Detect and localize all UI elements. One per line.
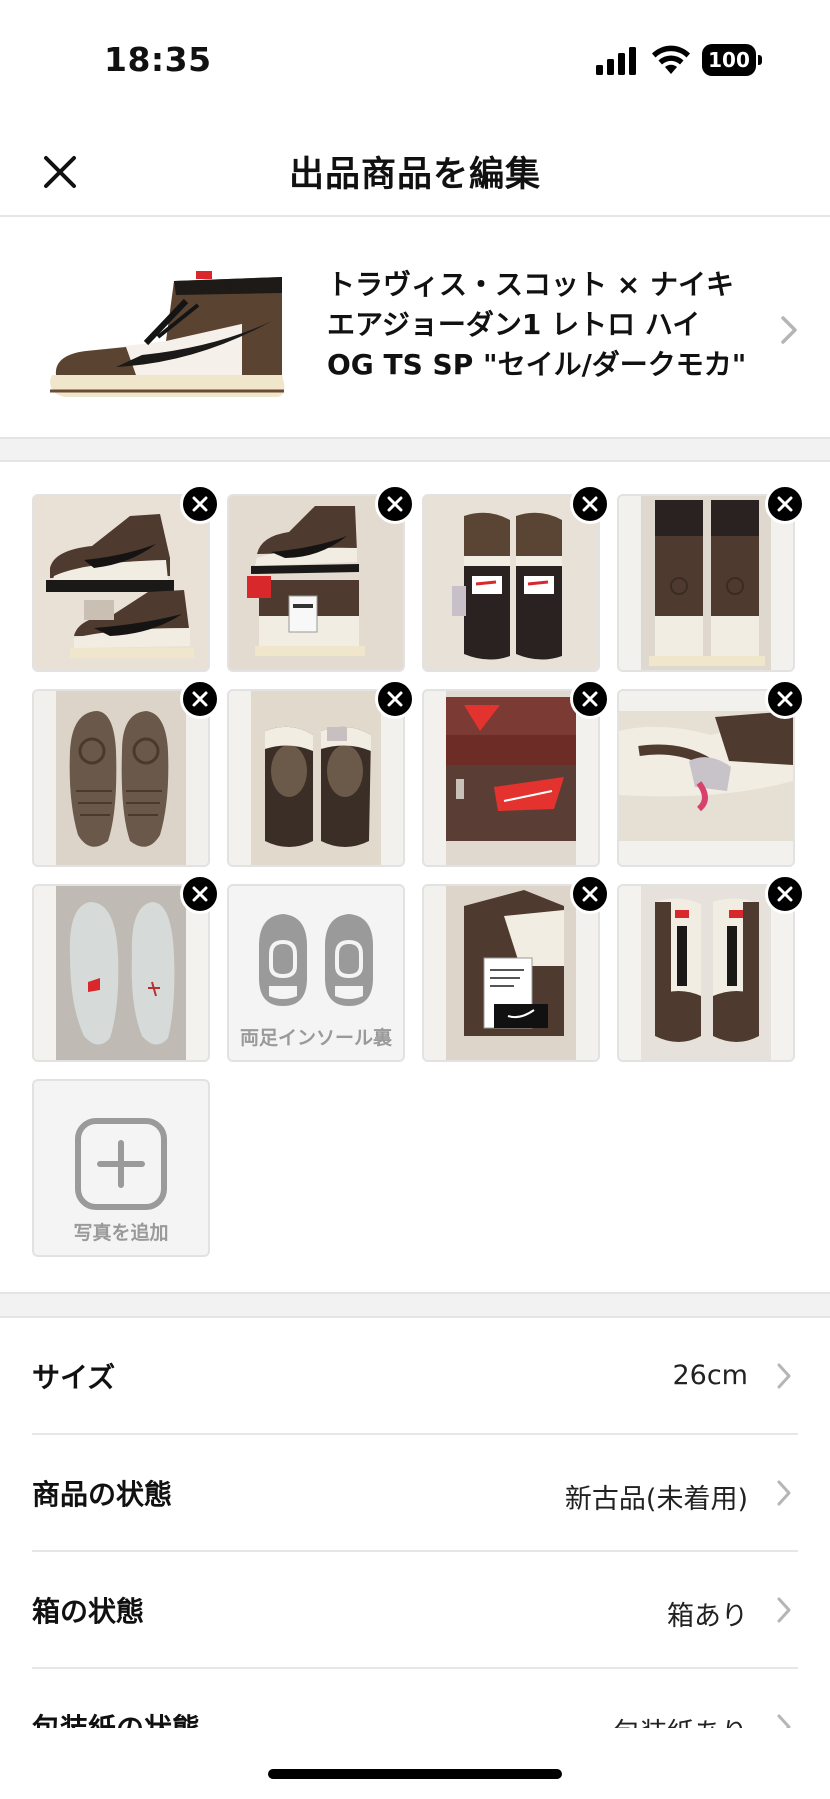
box-condition-row[interactable]: 箱の状態 箱あり [32, 1552, 798, 1669]
chevron-right-icon [777, 1597, 791, 1623]
close-icon [387, 496, 403, 512]
photo-tile[interactable] [617, 679, 805, 867]
sneaker-photo [619, 886, 793, 1060]
close-icon [777, 496, 793, 512]
product-row[interactable]: トラヴィス・スコット × ナイキ エアジョーダン1 レトロ ハイ OG TS S… [0, 219, 830, 437]
insole-placeholder-tile[interactable]: 両足インソール裏 [227, 884, 405, 1062]
remove-photo-button[interactable] [375, 484, 415, 524]
photo-tile[interactable] [227, 679, 415, 867]
close-icon [582, 496, 598, 512]
attr-label: 商品の状態 [32, 1478, 173, 1511]
remove-photo-button[interactable] [180, 484, 220, 524]
remove-photo-button[interactable] [570, 484, 610, 524]
sneaker-photo [229, 691, 403, 865]
remove-photo-button[interactable] [570, 874, 610, 914]
header: 出品商品を編集 [0, 120, 830, 217]
close-icon [777, 886, 793, 902]
signal-icon [596, 47, 636, 75]
sneaker-photo [424, 886, 598, 1060]
home-indicator [268, 1769, 562, 1779]
photo-tile[interactable] [422, 874, 610, 1062]
chevron-right-icon [777, 1363, 791, 1389]
close-icon [192, 886, 208, 902]
attr-label: サイズ [32, 1361, 116, 1394]
photo-grid: 両足インソール裏 写真を追加 [0, 462, 830, 1292]
attr-value: 箱あり [667, 1601, 748, 1632]
product-image [50, 271, 285, 397]
photo-tile[interactable] [227, 484, 415, 672]
attr-label: 箱の状態 [32, 1595, 145, 1628]
remove-photo-button[interactable] [765, 679, 805, 719]
section-divider [0, 437, 830, 462]
status-bar: 18:35 100 [0, 0, 830, 120]
chevron-right-icon [777, 1480, 791, 1506]
attr-value: 新古品(未着用) [564, 1484, 748, 1515]
add-photo-button[interactable]: 写真を追加 [32, 1079, 210, 1257]
shoebox-photo [424, 691, 598, 865]
wifi-icon [652, 45, 690, 74]
section-divider [0, 1292, 830, 1318]
product-name: トラヴィス・スコット × ナイキ エアジョーダン1 レトロ ハイ OG TS S… [327, 268, 747, 381]
photo-tile[interactable] [32, 679, 220, 867]
remove-photo-button[interactable] [765, 484, 805, 524]
remove-photo-button[interactable] [375, 679, 415, 719]
battery-level: 100 [708, 48, 750, 72]
placeholder-label: 両足インソール裏 [239, 1027, 392, 1049]
add-icon [75, 1118, 167, 1210]
close-icon [582, 691, 598, 707]
photo-tile[interactable] [32, 484, 220, 672]
insole-photo [34, 886, 208, 1060]
add-photo-label: 写真を追加 [73, 1222, 169, 1244]
photo-tile[interactable] [32, 874, 220, 1062]
sneaker-photo [619, 691, 793, 865]
remove-photo-button[interactable] [570, 679, 610, 719]
size-row[interactable]: サイズ 26cm [32, 1318, 798, 1435]
sneaker-photo [34, 496, 208, 670]
chevron-right-icon [781, 316, 797, 344]
page-title: 出品商品を編集 [288, 155, 541, 195]
sneaker-photo [34, 691, 208, 865]
remove-photo-button[interactable] [765, 874, 805, 914]
remove-photo-button[interactable] [180, 679, 220, 719]
remove-photo-button[interactable] [180, 874, 220, 914]
bottom-safe-area [0, 1728, 830, 1799]
photo-tile[interactable] [617, 874, 805, 1062]
close-icon [582, 886, 598, 902]
battery-icon: 100 [702, 44, 762, 76]
close-icon [192, 691, 208, 707]
attribute-list: サイズ 26cm 商品の状態 新古品(未着用) 箱の状態 箱あり 包装紙の状態 … [32, 1318, 798, 1786]
sneaker-photo [229, 496, 403, 670]
photo-tile[interactable] [422, 679, 610, 867]
sneaker-photo [424, 496, 598, 670]
attr-value: 26cm [672, 1360, 748, 1391]
close-icon [777, 691, 793, 707]
condition-row[interactable]: 商品の状態 新古品(未着用) [32, 1435, 798, 1552]
sneaker-photo [619, 496, 793, 670]
close-icon [387, 691, 403, 707]
insole-icon [259, 914, 373, 1006]
close-icon [192, 496, 208, 512]
status-time: 18:35 [104, 40, 212, 79]
photo-tile[interactable] [422, 484, 610, 672]
photo-tile[interactable] [617, 484, 805, 672]
